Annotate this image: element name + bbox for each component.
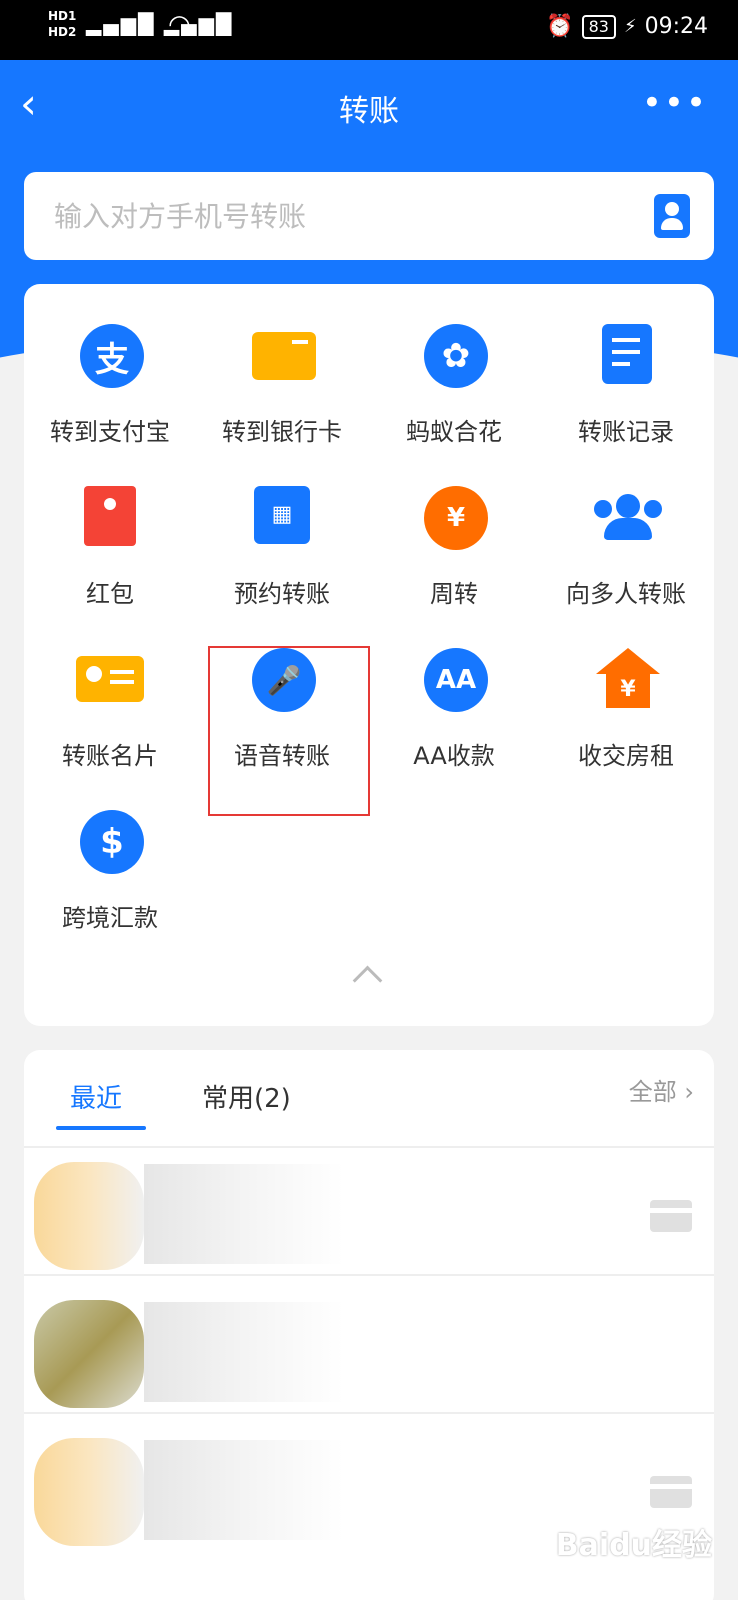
- grid-item-red-envelope[interactable]: 红包: [24, 446, 196, 608]
- aa-icon: AA: [424, 648, 488, 712]
- nav-bar: ‹ 转账 •••: [0, 60, 738, 152]
- name-card-icon: [76, 656, 144, 702]
- phone-search-input[interactable]: [54, 190, 614, 242]
- grid-label: 预约转账: [234, 580, 330, 608]
- grid-item-bank-card[interactable]: 转到银行卡: [196, 284, 368, 446]
- battery-indicator: 83: [581, 14, 616, 39]
- status-time: 09:24: [644, 14, 708, 39]
- bank-card-icon: [650, 1476, 692, 1508]
- record-icon: [602, 324, 652, 384]
- grid-label: 蚂蚁合花: [406, 418, 502, 446]
- tab-frequent[interactable]: 常用(2): [202, 1078, 291, 1115]
- grid-item-rent[interactable]: ¥ 收交房租: [540, 608, 712, 770]
- avatar: [34, 1300, 144, 1408]
- signal-icon: ▂▄▆█ ▂▄▆█: [86, 12, 234, 36]
- grid-label: 转到银行卡: [222, 418, 342, 446]
- list-item[interactable]: [24, 1286, 714, 1414]
- divider: [24, 1274, 714, 1276]
- tab-recent[interactable]: 最近: [70, 1078, 122, 1115]
- grid-label: 红包: [86, 580, 134, 608]
- collapse-chevron-icon[interactable]: [349, 964, 385, 984]
- grid-item-cross-border[interactable]: $ 跨境汇款: [24, 770, 196, 932]
- grid-item-name-card[interactable]: 转账名片: [24, 608, 196, 770]
- function-grid-card: 支 转到支付宝 转到银行卡 ✿ 蚂蚁合花 转账记录 红包 ▦ 预约转账 ¥ 周转…: [24, 284, 714, 1026]
- tab-underline: [56, 1126, 146, 1130]
- grid-label: AA收款: [413, 742, 495, 770]
- contact-name-blurred: [144, 1164, 344, 1264]
- status-bar: HD1 HD2 ▂▄▆█ ▂▄▆█ ◠ ⏰ 83 ⚡ 09:24: [0, 0, 738, 60]
- butterfly-icon: ✿: [424, 324, 488, 388]
- more-button[interactable]: •••: [642, 86, 708, 120]
- highlight-box: [208, 646, 370, 816]
- red-envelope-icon: [84, 486, 136, 546]
- view-all-label: 全部: [628, 1078, 677, 1106]
- sim-indicator: HD1 HD2: [48, 9, 77, 39]
- contacts-icon[interactable]: [654, 194, 690, 238]
- grid-item-butterfly[interactable]: ✿ 蚂蚁合花: [368, 284, 540, 446]
- grid-label: 向多人转账: [566, 580, 686, 608]
- charging-icon: ⚡: [623, 16, 637, 37]
- contact-name-blurred: [144, 1440, 344, 1540]
- grid-label: 转账名片: [62, 742, 158, 770]
- dollar-icon: $: [80, 810, 144, 874]
- calendar-icon: ▦: [254, 486, 310, 544]
- grid-item-multi-transfer[interactable]: 向多人转账: [540, 446, 712, 608]
- avatar: [34, 1162, 144, 1270]
- alipay-icon: 支: [80, 324, 144, 388]
- bank-card-icon: [252, 332, 316, 380]
- divider: [24, 1412, 714, 1414]
- grid-item-records[interactable]: 转账记录: [540, 284, 712, 446]
- grid-label: 转账记录: [578, 418, 674, 446]
- transfer-page: HD1 HD2 ▂▄▆█ ▂▄▆█ ◠ ⏰ 83 ⚡ 09:24 ‹ 转账 ••…: [0, 0, 738, 1600]
- grid-label: 转到支付宝: [50, 418, 170, 446]
- yuan-hand-icon: ¥: [424, 486, 488, 550]
- grid-label: 跨境汇款: [62, 904, 158, 932]
- search-bar: [24, 172, 714, 260]
- grid-label: 收交房租: [578, 742, 674, 770]
- page-title: 转账: [339, 94, 399, 129]
- grid-item-scheduled[interactable]: ▦ 预约转账: [196, 446, 368, 608]
- grid-item-turnover[interactable]: ¥ 周转: [368, 446, 540, 608]
- chevron-right-icon: ›: [684, 1078, 694, 1106]
- group-icon: [590, 486, 666, 550]
- grid-label: 周转: [430, 580, 478, 608]
- grid-item-alipay[interactable]: 支 转到支付宝: [24, 284, 196, 446]
- alarm-icon: ⏰: [546, 14, 574, 39]
- avatar: [34, 1438, 144, 1546]
- contact-name-blurred: [144, 1302, 344, 1402]
- grid-item-aa[interactable]: AA AA收款: [368, 608, 540, 770]
- house-icon: ¥: [596, 648, 660, 712]
- view-all-link[interactable]: 全部 ›: [629, 1072, 694, 1107]
- recent-contacts-card: 最近 常用(2) 全部 ›: [24, 1050, 714, 1600]
- watermark: Baidu经验: [555, 1528, 712, 1563]
- bank-card-icon: [650, 1200, 692, 1232]
- list-item[interactable]: [24, 1148, 714, 1276]
- wifi-icon: ◠: [168, 10, 191, 40]
- status-right: ⏰ 83 ⚡ 09:24: [546, 14, 708, 39]
